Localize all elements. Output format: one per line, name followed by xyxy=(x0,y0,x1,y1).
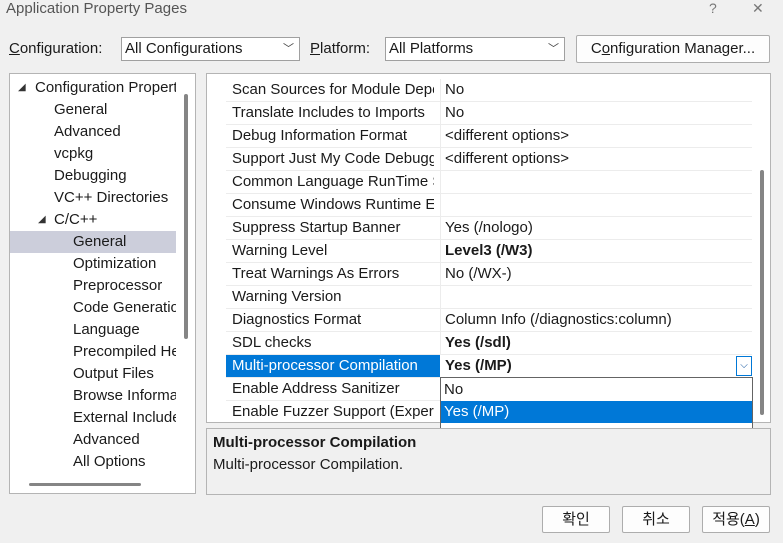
tree-item-general[interactable]: General xyxy=(10,99,176,121)
expander-icon[interactable]: ◢ xyxy=(38,209,46,231)
tree-item-language[interactable]: Language xyxy=(10,319,176,341)
window-title: Application Property Pages xyxy=(6,0,187,17)
close-button[interactable]: ✕ xyxy=(752,0,764,16)
multi-processor-dropdown-list: No Yes (/MP) xyxy=(440,377,753,429)
tree-item-preprocessor[interactable]: Preprocessor xyxy=(10,275,176,297)
property-row[interactable]: Common Language RunTime Support xyxy=(226,171,752,194)
property-row[interactable]: Treat Warnings As Errors No (/WX-) xyxy=(226,263,752,286)
apply-button[interactable]: 적용(A) xyxy=(702,506,770,533)
tree-item-vcpkg[interactable]: vcpkg xyxy=(10,143,176,165)
dropdown-option-no[interactable]: No xyxy=(441,379,752,401)
description-title: Multi-processor Compilation xyxy=(213,434,417,451)
ok-button[interactable]: 확인 xyxy=(542,506,610,533)
description-panel: Multi-processor Compilation Multi-proces… xyxy=(206,428,771,495)
description-text: Multi-processor Compilation. xyxy=(213,456,404,473)
property-row[interactable]: Support Just My Code Debugging<different… xyxy=(226,148,752,171)
dropdown-option-yes-mp[interactable]: Yes (/MP) xyxy=(441,401,752,423)
help-button[interactable]: ? xyxy=(709,0,717,16)
tree-item-code-generation[interactable]: Code Generation xyxy=(10,297,176,319)
configuration-label: Configuration: xyxy=(9,40,103,57)
property-row[interactable]: Diagnostics Format Column Info (/diagnost… xyxy=(226,309,752,332)
expander-icon[interactable]: ◢ xyxy=(18,77,26,99)
platform-label: Platform: xyxy=(310,40,371,57)
chevron-down-icon: ﹀ xyxy=(283,43,294,55)
tree-item-cpp[interactable]: ◢ C/C++ xyxy=(10,209,176,231)
tree-item-browse-information[interactable]: Browse Information xyxy=(10,385,176,407)
title-bar: Application Property Pages ? ✕ xyxy=(0,0,783,20)
tree-item-advanced[interactable]: Advanced xyxy=(10,121,176,143)
grid-vertical-scrollbar[interactable] xyxy=(760,170,764,415)
configuration-manager-button[interactable]: Configuration Manager... xyxy=(576,35,770,63)
tree-item-external-includes[interactable]: External Includes xyxy=(10,407,176,429)
property-row[interactable]: Debug Information Format <different optio… xyxy=(226,125,752,148)
tree-item-debugging[interactable]: Debugging xyxy=(10,165,176,187)
tree-vertical-scrollbar[interactable] xyxy=(184,94,188,339)
property-row[interactable]: Scan Sources for Module DependenciesNo xyxy=(226,79,752,102)
platform-select[interactable]: All Platforms ﹀ xyxy=(385,37,565,61)
tree-item-optimization[interactable]: Optimization xyxy=(10,253,176,275)
property-row[interactable]: Warning Level Level3 (/W3) xyxy=(226,240,752,263)
property-row-selected[interactable]: Multi-processor Compilation Yes (/MP) ⌵ xyxy=(226,355,752,378)
tree-item-vc-directories[interactable]: VC++ Directories xyxy=(10,187,176,209)
property-row[interactable]: Suppress Startup Banner Yes (/nologo) xyxy=(226,217,752,240)
tree-item-precompiled-headers[interactable]: Precompiled Headers xyxy=(10,341,176,363)
property-grid: Scan Sources for Module DependenciesNo T… xyxy=(206,73,771,423)
property-row[interactable]: Warning Version xyxy=(226,286,752,309)
tree-horizontal-scrollbar[interactable] xyxy=(29,483,141,486)
tree-item-cpp-advanced[interactable]: Advanced xyxy=(10,429,176,451)
tree-item-cpp-general[interactable]: General xyxy=(10,231,176,253)
cancel-button[interactable]: 취소 xyxy=(622,506,690,533)
tree-item-output-files[interactable]: Output Files xyxy=(10,363,176,385)
tree-item-all-options[interactable]: All Options xyxy=(10,451,176,473)
property-row[interactable]: SDL checks Yes (/sdl) xyxy=(226,332,752,355)
chevron-down-icon: ﹀ xyxy=(548,43,559,55)
configuration-select[interactable]: All Configurations ﹀ xyxy=(121,37,300,61)
dropdown-arrow-button[interactable]: ⌵ xyxy=(736,356,752,376)
property-row[interactable]: Consume Windows Runtime Extension xyxy=(226,194,752,217)
property-tree: ◢ Configuration Properties General Advan… xyxy=(9,73,196,494)
tree-item-configuration-properties[interactable]: ◢ Configuration Properties xyxy=(10,77,176,99)
property-row[interactable]: Translate Includes to Imports No xyxy=(226,102,752,125)
